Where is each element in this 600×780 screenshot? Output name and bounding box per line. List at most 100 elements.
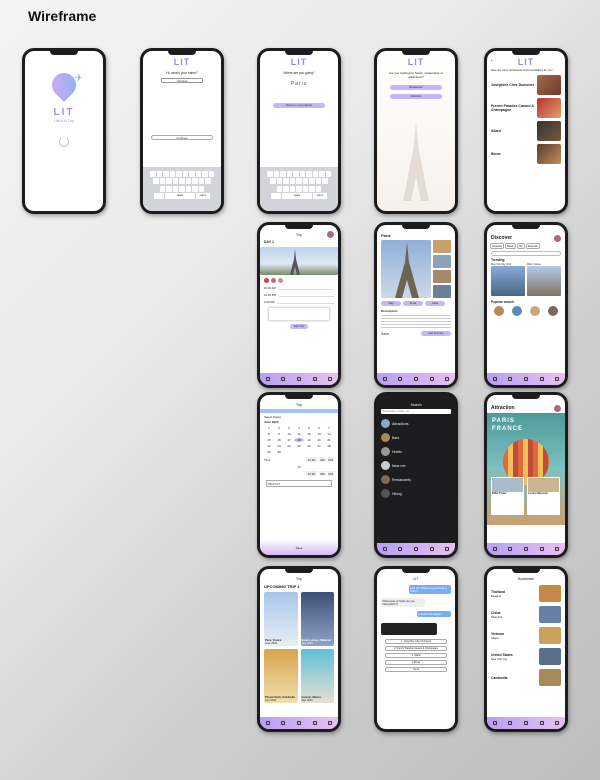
trend-photo[interactable] xyxy=(527,266,561,296)
filter-chip[interactable]: Mountain xyxy=(526,243,540,249)
calendar-day[interactable]: 20 xyxy=(314,438,324,442)
calendar-day[interactable]: 14 xyxy=(324,432,334,436)
calendar-day[interactable]: 30 xyxy=(274,450,284,454)
list-item[interactable]: Bimer xyxy=(491,144,561,164)
trip-card[interactable]: Phnom Penh, Cambodia Aug 2023 xyxy=(264,649,298,703)
calendar-day[interactable]: 21 xyxy=(324,438,334,442)
calendar-day[interactable]: 19 xyxy=(304,438,314,442)
calendar-day[interactable]: 22 xyxy=(264,444,274,448)
tab-bar[interactable] xyxy=(487,543,565,555)
trip-card[interactable]: Kuala Lumpur, Malaysia July 2023 xyxy=(300,592,334,646)
calendar-day[interactable]: 13 xyxy=(314,432,324,436)
list-item[interactable]: China Shanghai xyxy=(491,606,561,623)
discover-button[interactable]: Discover new places! xyxy=(273,103,325,108)
pm-toggle[interactable]: PM xyxy=(327,457,334,462)
calendar-day[interactable]: 24 xyxy=(284,444,294,448)
food-button[interactable]: Food xyxy=(403,301,423,306)
option-button[interactable]: 1. Joséphine Chez Dumonet xyxy=(385,639,447,644)
trip-card[interactable]: Paris, France June 2023 xyxy=(264,592,298,646)
save-button[interactable]: Save xyxy=(381,332,389,336)
calendar-day[interactable]: 26 xyxy=(304,444,314,448)
calendar-day[interactable]: 16 xyxy=(274,438,284,442)
option-button[interactable]: 2. French Paradox Canard & Champagne xyxy=(385,646,447,651)
tab-bar[interactable] xyxy=(377,373,455,385)
list-item[interactable]: Attractions xyxy=(381,419,451,428)
am-toggle[interactable]: AM xyxy=(319,471,326,476)
list-item[interactable]: French Paradox Canard & Champagne xyxy=(491,98,561,118)
list-item[interactable]: Allard xyxy=(491,121,561,141)
save-button[interactable]: Save xyxy=(260,539,338,555)
tab-bar[interactable] xyxy=(377,543,455,555)
keyboard[interactable]: space return xyxy=(260,167,338,211)
time-field[interactable]: 11:30 xyxy=(305,457,317,462)
edit-trip-button[interactable]: Edit Trip xyxy=(290,324,308,329)
restaurant-option[interactable]: Restaurant xyxy=(390,85,442,90)
list-item[interactable]: Thailand Bangkok xyxy=(491,585,561,602)
purpose-input[interactable]: What for? xyxy=(266,480,332,487)
list-item[interactable]: Hotels xyxy=(381,447,451,456)
calendar-day[interactable]: 25 xyxy=(294,444,304,448)
list-item[interactable]: Cambodia xyxy=(491,669,561,686)
calendar-day[interactable]: 18 xyxy=(294,438,304,442)
calendar-day[interactable]: 28 xyxy=(324,444,334,448)
list-item[interactable]: Vietnam Saigon xyxy=(491,627,561,644)
calendar-day[interactable]: 4 xyxy=(294,426,304,430)
send-button[interactable]: Send xyxy=(385,667,447,672)
avatar[interactable] xyxy=(554,405,561,412)
tab-bar[interactable] xyxy=(260,717,338,729)
calendar-day[interactable]: 17 xyxy=(284,438,294,442)
search-input[interactable]: Restaurants, hotels, etc xyxy=(381,409,451,414)
calendar-day[interactable]: 10 xyxy=(284,432,294,436)
calendar-day[interactable]: 3 xyxy=(284,426,294,430)
filter-chip[interactable]: Attraction xyxy=(490,243,505,249)
calendar-day[interactable]: 9 xyxy=(274,432,284,436)
back-icon[interactable]: ‹ xyxy=(491,58,493,64)
attraction-card[interactable]: Eiffel Tower xyxy=(491,477,524,515)
calendar-day[interactable]: 8 xyxy=(264,432,274,436)
calendar-day[interactable]: 2 xyxy=(274,426,284,430)
chat-card[interactable] xyxy=(268,307,330,321)
return-key[interactable]: return xyxy=(196,193,210,199)
return-key[interactable]: return xyxy=(313,193,327,199)
space-key[interactable]: space xyxy=(282,193,312,199)
calendar-day[interactable]: 6 xyxy=(314,426,324,430)
map-button[interactable]: Map xyxy=(381,301,401,306)
calendar-day[interactable]: 29 xyxy=(264,450,274,454)
pm-toggle[interactable]: PM xyxy=(327,471,334,476)
calendar-day[interactable]: 5 xyxy=(304,426,314,430)
time-field[interactable]: 11:30 xyxy=(305,471,317,476)
option-button[interactable]: 4. Bimer xyxy=(385,660,447,665)
space-key[interactable]: space xyxy=(165,193,195,199)
list-item[interactable]: Bars xyxy=(381,433,451,442)
filter-chip[interactable]: City xyxy=(516,243,526,249)
calendar-grid[interactable]: 1 2 3 4 5 6 7 8 9 10 11 12 13 14 15 16 17 18 19 20 21 22 23 24 2… xyxy=(264,426,334,454)
list-item[interactable]: United States New York City xyxy=(491,648,561,665)
list-item[interactable]: Joséphine Chez Dumonet xyxy=(491,75,561,95)
calendar-day[interactable]: 15 xyxy=(264,438,274,442)
tab-bar[interactable] xyxy=(487,373,565,385)
calendar-day[interactable]: 1 xyxy=(264,426,274,430)
tab-bar[interactable] xyxy=(487,717,565,729)
attraction-option[interactable]: Attraction xyxy=(390,94,442,99)
filter-chip[interactable]: Beach xyxy=(505,243,516,249)
continue-button[interactable]: Continue xyxy=(151,135,213,140)
destination-input[interactable]: Paris xyxy=(260,81,338,87)
tab-bar[interactable] xyxy=(260,373,338,385)
attraction-card[interactable]: Louvre Museum xyxy=(527,477,560,515)
avatar[interactable] xyxy=(554,235,561,242)
calendar-day[interactable]: 27 xyxy=(314,444,324,448)
trip-card[interactable]: Cancun, Mexico Sep 2023 xyxy=(300,649,334,703)
trend-photo[interactable] xyxy=(491,266,525,296)
add-itinerary-button[interactable]: Add Itinerary xyxy=(421,331,451,336)
keyboard[interactable]: space return xyxy=(143,167,221,211)
hotel-button[interactable]: Hotel xyxy=(425,301,445,306)
search-input[interactable] xyxy=(491,251,561,256)
calendar-day[interactable]: 11 xyxy=(294,432,304,436)
list-item[interactable]: Near me xyxy=(381,461,451,470)
avatar[interactable] xyxy=(327,231,334,238)
am-toggle[interactable]: AM xyxy=(319,457,326,462)
calendar-day[interactable]: 7 xyxy=(324,426,334,430)
calendar-day[interactable]: 12 xyxy=(304,432,314,436)
list-item[interactable]: Restaurants xyxy=(381,475,451,484)
calendar-day[interactable]: 23 xyxy=(274,444,284,448)
